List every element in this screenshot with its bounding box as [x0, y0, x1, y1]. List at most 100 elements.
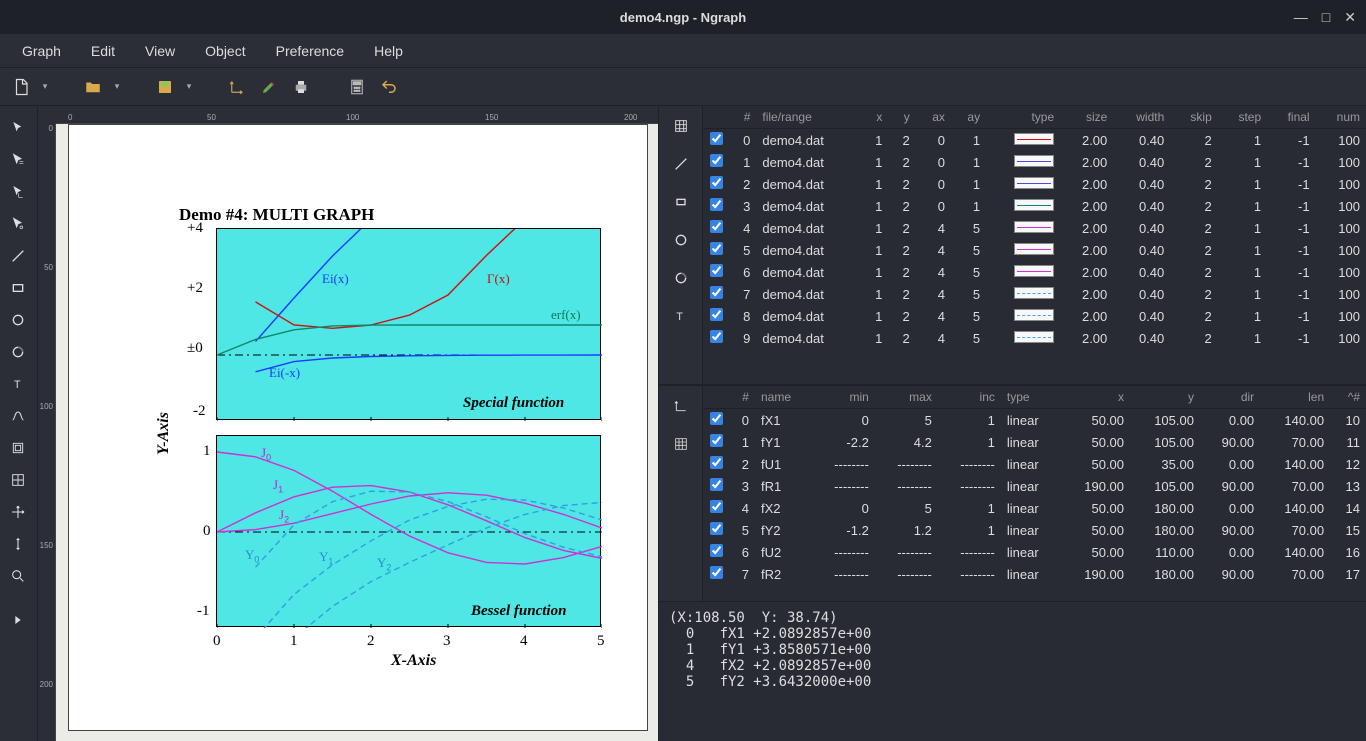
- row-checkbox[interactable]: [710, 220, 723, 233]
- open-file-button[interactable]: [78, 72, 108, 102]
- draw-tool-button[interactable]: [254, 72, 284, 102]
- menu-object[interactable]: Object: [191, 37, 259, 65]
- tab-line-icon[interactable]: [669, 152, 693, 176]
- row-checkbox[interactable]: [710, 132, 723, 145]
- tool-palette: T: [0, 106, 38, 741]
- calc-button[interactable]: [342, 72, 372, 102]
- axis-row[interactable]: 0fX1051linear50.00105.000.00140.0010: [703, 409, 1366, 432]
- legend-pointer-tool[interactable]: [0, 144, 36, 176]
- arc-tool[interactable]: [0, 336, 36, 368]
- file-row[interactable]: 8demo4.dat12452.000.4021-1100: [703, 305, 1366, 327]
- tab-rect-icon[interactable]: [669, 190, 693, 214]
- row-checkbox[interactable]: [710, 286, 723, 299]
- svg-text:T: T: [676, 311, 683, 323]
- chart-bessel-function: [216, 435, 601, 627]
- pointer-tool[interactable]: [0, 112, 36, 144]
- file-row[interactable]: 0demo4.dat12012.000.4021-1100: [703, 129, 1366, 152]
- axis-row[interactable]: 7fR2------------------------linear190.00…: [703, 563, 1366, 585]
- row-checkbox[interactable]: [710, 522, 723, 535]
- menu-bar: GraphEditViewObjectPreferenceHelp: [0, 34, 1366, 68]
- row-checkbox[interactable]: [710, 308, 723, 321]
- axis-row[interactable]: 3fR1------------------------linear190.00…: [703, 475, 1366, 497]
- new-file-button[interactable]: [6, 72, 36, 102]
- row-checkbox[interactable]: [710, 500, 723, 513]
- file-row[interactable]: 4demo4.dat12452.000.4021-1100: [703, 217, 1366, 239]
- label-erf: erf(x): [551, 307, 581, 323]
- single-axis-tool[interactable]: [0, 528, 36, 560]
- chart-1-svg: [217, 229, 602, 421]
- row-checkbox[interactable]: [710, 264, 723, 277]
- axis-pointer-tool[interactable]: [0, 176, 36, 208]
- data-pointer-tool[interactable]: [0, 208, 36, 240]
- menu-help[interactable]: Help: [360, 37, 417, 65]
- ruler-vertical: 050100150200: [38, 124, 56, 741]
- files-table[interactable]: #file/rangexyaxaytypesizewidthskipstepfi…: [703, 106, 1366, 384]
- open-file-dropdown[interactable]: ▾: [110, 81, 124, 92]
- xtick: 2: [367, 633, 375, 650]
- row-checkbox[interactable]: [710, 330, 723, 343]
- minimize-button[interactable]: —: [1294, 9, 1308, 26]
- line-tool[interactable]: [0, 240, 36, 272]
- row-checkbox[interactable]: [710, 566, 723, 579]
- close-button[interactable]: ✕: [1344, 9, 1356, 26]
- file-row[interactable]: 3demo4.dat12012.000.4021-1100: [703, 195, 1366, 217]
- axis-tool-button[interactable]: [222, 72, 252, 102]
- circle-tool[interactable]: [0, 304, 36, 336]
- rect-tool[interactable]: [0, 272, 36, 304]
- file-row[interactable]: 2demo4.dat12012.000.4021-1100: [703, 173, 1366, 195]
- expand-palette-button[interactable]: [0, 604, 36, 636]
- menu-edit[interactable]: Edit: [77, 37, 129, 65]
- tab-data-icon[interactable]: [669, 114, 693, 138]
- axis-row[interactable]: 1fY1-2.24.21linear50.00105.0090.0070.001…: [703, 431, 1366, 453]
- menu-preference[interactable]: Preference: [262, 37, 358, 65]
- cross-tool[interactable]: [0, 496, 36, 528]
- file-row[interactable]: 6demo4.dat12452.000.4021-1100: [703, 261, 1366, 283]
- row-checkbox[interactable]: [710, 456, 723, 469]
- axis-row[interactable]: 6fU2------------------------linear50.001…: [703, 541, 1366, 563]
- row-checkbox[interactable]: [710, 176, 723, 189]
- axis-row[interactable]: 5fY2-1.21.21linear50.00180.0090.0070.001…: [703, 519, 1366, 541]
- file-row[interactable]: 5demo4.dat12452.000.4021-1100: [703, 239, 1366, 261]
- xtick: 1: [290, 633, 298, 650]
- tab-text-icon[interactable]: T: [669, 304, 693, 328]
- axes-table[interactable]: #nameminmaxinctypexydirlen^#0fX1051linea…: [703, 386, 1366, 601]
- save-file-button[interactable]: [150, 72, 180, 102]
- xtick: 0: [213, 633, 221, 650]
- file-row[interactable]: 9demo4.dat12452.000.4021-1100: [703, 327, 1366, 349]
- status-console: (X:108.50 Y: 38.74) 0 fX1 +2.0892857e+00…: [659, 601, 1366, 741]
- axis-row[interactable]: 2fU1------------------------linear50.003…: [703, 453, 1366, 475]
- section-tool[interactable]: [0, 464, 36, 496]
- tab-axis-icon[interactable]: [669, 394, 693, 418]
- canvas[interactable]: Demo #4: MULTI GRAPH +4 +2 ±0 -2 Special…: [56, 124, 658, 741]
- axis-row[interactable]: 4fX2051linear50.00180.000.00140.0014: [703, 497, 1366, 519]
- label-j2: J2: [279, 507, 289, 525]
- file-row[interactable]: 7demo4.dat12452.000.4021-1100: [703, 283, 1366, 305]
- tab-grid-icon[interactable]: [669, 432, 693, 456]
- row-checkbox[interactable]: [710, 242, 723, 255]
- text-tool[interactable]: T: [0, 368, 36, 400]
- maximize-button[interactable]: □: [1322, 9, 1330, 26]
- row-checkbox[interactable]: [710, 154, 723, 167]
- undo-button[interactable]: [374, 72, 404, 102]
- row-checkbox[interactable]: [710, 478, 723, 491]
- menu-graph[interactable]: Graph: [8, 37, 75, 65]
- title-bar: demo4.ngp - Ngraph — □ ✕: [0, 0, 1366, 34]
- file-row[interactable]: 1demo4.dat12012.000.4021-1100: [703, 151, 1366, 173]
- ytick: -1: [197, 603, 210, 620]
- ruler-horizontal: 050100150200: [56, 106, 658, 124]
- new-file-dropdown[interactable]: ▾: [38, 81, 52, 92]
- tab-circle-icon[interactable]: [669, 228, 693, 252]
- menu-view[interactable]: View: [131, 37, 189, 65]
- toolbar: ▾ ▾ ▾: [0, 68, 1366, 106]
- row-checkbox[interactable]: [710, 412, 723, 425]
- chart-2-svg: [217, 436, 602, 628]
- tab-arc-icon[interactable]: [669, 266, 693, 290]
- row-checkbox[interactable]: [710, 544, 723, 557]
- row-checkbox[interactable]: [710, 198, 723, 211]
- zoom-tool[interactable]: [0, 560, 36, 592]
- gauss-tool[interactable]: [0, 400, 36, 432]
- frame-tool[interactable]: [0, 432, 36, 464]
- row-checkbox[interactable]: [710, 434, 723, 447]
- print-button[interactable]: [286, 72, 316, 102]
- save-file-dropdown[interactable]: ▾: [182, 81, 196, 92]
